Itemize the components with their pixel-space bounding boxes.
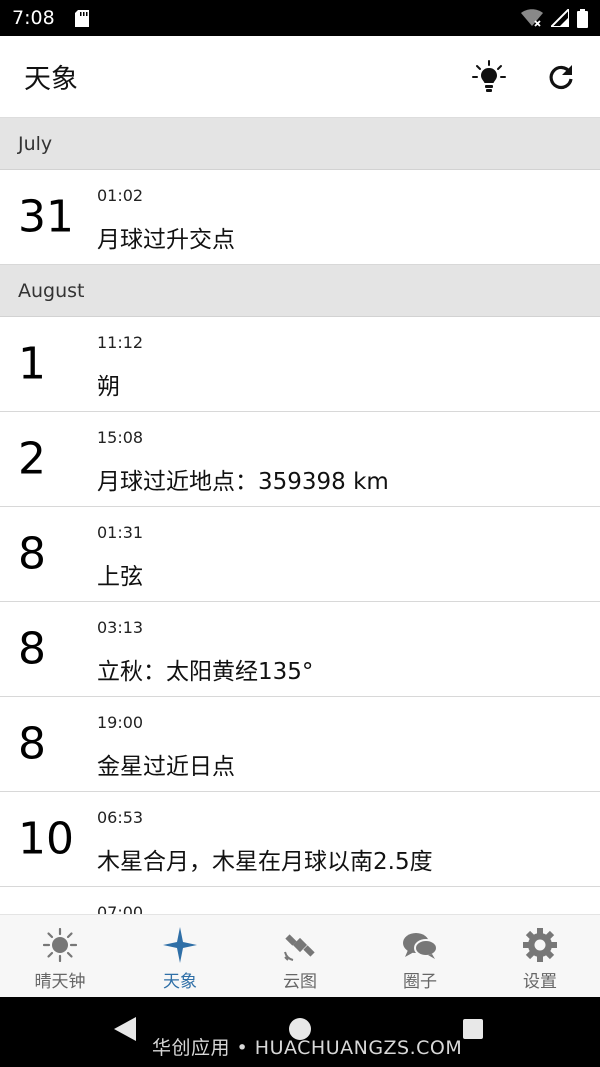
event-day: 8 [18,623,46,675]
event-time: 07:00 [97,903,144,914]
status-icons [521,8,588,28]
tab-label: 晴天钟 [34,972,86,992]
event-day: 8 [18,718,46,770]
app-actions [472,59,578,94]
battery-icon [577,8,588,28]
event-title: 立秋：太阳黄经135° [97,659,314,685]
event-time: 01:31 [97,523,144,542]
tab-weather-clock[interactable]: 晴天钟 [0,915,120,997]
event-time: 15:08 [97,428,144,447]
event-row[interactable]: 1 11:12 朔 [0,317,600,412]
star-icon [162,927,198,963]
event-title: 月球过升交点 [97,227,235,253]
back-icon[interactable] [114,1017,136,1041]
lightbulb-icon [472,59,506,92]
satellite-icon [282,927,318,963]
signal-icon [551,9,569,27]
status-time: 7:08 [12,7,55,29]
event-time: 03:13 [97,618,144,637]
tab-community[interactable]: 圈子 [360,915,480,997]
event-title: 木星合月，木星在月球以南2.5度 [97,849,433,875]
tips-button[interactable] [472,59,506,94]
chat-icon [402,927,438,963]
event-day: 10 [18,813,74,865]
app-bar: 天象 [0,36,600,118]
event-title: 上弦 [97,564,143,590]
page-title: 天象 [24,64,78,95]
event-day: 31 [18,191,74,243]
event-time: 19:00 [97,713,144,732]
tab-label: 设置 [523,972,557,992]
event-time: 06:53 [97,808,144,827]
event-row[interactable]: 31 01:02 月球过升交点 [0,170,600,265]
recents-button[interactable] [463,1019,483,1039]
sd-card-icon [74,9,89,27]
event-list[interactable]: July 31 01:02 月球过升交点 August 1 11:12 朔 2 … [0,118,600,914]
refresh-icon [549,64,573,89]
system-nav-bar: 华创应用 • HUACHUANGZS.COM [0,997,600,1067]
event-time: 01:02 [97,186,144,205]
tab-celestial[interactable]: 天象 [120,915,240,997]
event-day: 1 [18,338,46,390]
tab-label: 云图 [283,972,317,992]
section-header-july: July [0,118,600,170]
tab-settings[interactable]: 设置 [480,915,600,997]
wifi-icon [521,9,543,27]
event-row[interactable]: 8 01:31 上弦 [0,507,600,602]
bottom-tab-bar: 晴天钟 天象 云图 圈子 设置 [0,914,600,997]
event-row[interactable]: 2 15:08 月球过近地点：359398 km [0,412,600,507]
status-bar: 7:08 [0,0,600,36]
event-time: 11:12 [97,333,144,352]
tab-cloud-map[interactable]: 云图 [240,915,360,997]
watermark: 华创应用 • HUACHUANGZS.COM [152,1037,463,1059]
event-day: 8 [18,528,46,580]
tab-label: 圈子 [403,972,437,992]
event-row[interactable]: 8 03:13 立秋：太阳黄经135° [0,602,600,697]
refresh-button[interactable] [544,60,578,94]
sun-icon [42,927,78,963]
event-title: 金星过近日点 [97,754,235,780]
event-title: 朔 [97,374,120,400]
section-header-august: August [0,265,600,317]
event-row[interactable]: 8 19:00 金星过近日点 [0,697,600,792]
tab-label: 天象 [163,972,197,992]
gear-icon [522,927,558,963]
event-row-partial[interactable]: 12 07:00 [0,887,600,914]
event-day: 2 [18,433,46,485]
event-row[interactable]: 10 06:53 木星合月，木星在月球以南2.5度 [0,792,600,887]
event-title: 月球过近地点：359398 km [97,469,389,495]
